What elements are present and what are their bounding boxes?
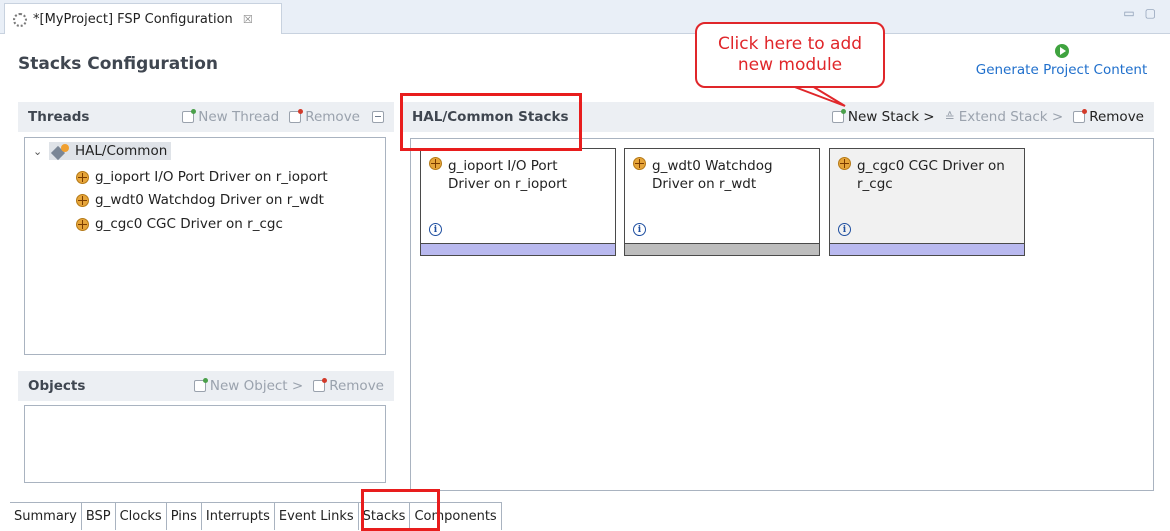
stack-card-status-bar xyxy=(421,243,615,255)
remove-icon xyxy=(1073,109,1088,123)
gear-icon xyxy=(13,12,27,27)
tree-item[interactable]: g_cgc0 CGC Driver on r_cgc xyxy=(76,216,283,232)
stack-card-line: g_ioport I/O Port xyxy=(448,158,558,174)
stack-card-text: g_wdt0 Watchdog Driver on r_wdt xyxy=(652,157,773,193)
stack-card-line: g_cgc0 CGC Driver on xyxy=(857,158,1005,174)
tab-pins[interactable]: Pins xyxy=(166,503,202,530)
tree-root-label: HAL/Common xyxy=(75,143,168,159)
threads-title: Threads xyxy=(28,109,90,125)
remove-thread-button[interactable]: Remove xyxy=(289,109,360,125)
remove-stack-label: Remove xyxy=(1089,109,1144,125)
generate-project-content[interactable]: Generate Project Content xyxy=(969,44,1154,78)
highlight-stacks-tab xyxy=(361,489,440,531)
module-icon xyxy=(76,170,89,184)
stack-card-text: g_cgc0 CGC Driver on r_cgc xyxy=(857,157,1005,193)
stack-card-content: g_cgc0 CGC Driver on r_cgc xyxy=(838,157,1018,193)
annotation-callout: Click here to add new module xyxy=(695,22,885,88)
play-icon[interactable] xyxy=(1054,44,1069,58)
threads-panel-header: Threads New Thread Remove xyxy=(18,102,394,132)
info-icon[interactable]: i xyxy=(633,223,646,236)
editor-tab-bar: *[MyProject] FSP Configuration ☒ ▭ ▢ xyxy=(0,0,1170,35)
new-object-label: New Object > xyxy=(209,378,304,394)
stack-card-content: g_wdt0 Watchdog Driver on r_wdt xyxy=(633,157,813,193)
new-thread-label: New Thread xyxy=(198,109,280,125)
info-icon[interactable]: i xyxy=(429,223,442,236)
new-stack-icon xyxy=(831,109,846,123)
extend-stack-button[interactable]: ≙ Extend Stack > xyxy=(945,109,1064,125)
new-stack-button[interactable]: New Stack > xyxy=(831,109,935,125)
tab-summary[interactable]: Summary xyxy=(10,503,82,530)
stack-card-line: r_cgc xyxy=(857,176,893,192)
extend-stack-label: Extend Stack > xyxy=(958,109,1064,125)
module-icon xyxy=(633,157,646,170)
page-header: Stacks Configuration Generate Project Co… xyxy=(0,34,1170,92)
remove-stack-button[interactable]: Remove xyxy=(1073,109,1144,125)
stack-card-line: Driver on r_wdt xyxy=(652,176,757,192)
info-icon[interactable]: i xyxy=(838,223,851,236)
remove-thread-label: Remove xyxy=(305,109,360,125)
stack-card-content: g_ioport I/O Port Driver on r_ioport xyxy=(429,157,609,193)
remove-icon xyxy=(289,109,304,123)
tab-bsp[interactable]: BSP xyxy=(81,503,116,530)
stack-card-status-bar xyxy=(830,243,1024,255)
stack-card-line: Driver on r_ioport xyxy=(448,176,567,192)
minimize-icon[interactable]: ▭ xyxy=(1123,6,1134,20)
callout-line: new module xyxy=(737,55,843,75)
close-icon[interactable]: ☒ xyxy=(243,13,253,26)
tree-item[interactable]: g_ioport I/O Port Driver on r_ioport xyxy=(76,169,328,185)
stack-card-text: g_ioport I/O Port Driver on r_ioport xyxy=(448,157,567,193)
stack-card[interactable]: g_wdt0 Watchdog Driver on r_wdt i xyxy=(624,148,820,256)
maximize-icon[interactable]: ▢ xyxy=(1145,6,1156,20)
tab-clocks[interactable]: Clocks xyxy=(115,503,167,530)
editor-tab[interactable]: *[MyProject] FSP Configuration ☒ xyxy=(4,3,282,35)
callout-line: Click here to add xyxy=(717,34,863,54)
generate-project-content-link[interactable]: Generate Project Content xyxy=(969,62,1154,78)
chevron-down-icon[interactable]: ⌄ xyxy=(33,145,43,158)
module-icon xyxy=(838,157,851,170)
collapse-all-icon[interactable] xyxy=(372,111,384,123)
new-object-button[interactable]: New Object > xyxy=(193,378,304,394)
remove-icon xyxy=(313,378,328,392)
stack-card-line: g_wdt0 Watchdog xyxy=(652,158,773,174)
tree-item-label: g_ioport I/O Port Driver on r_ioport xyxy=(95,169,328,185)
tab-event-links[interactable]: Event Links xyxy=(274,503,359,530)
remove-object-button[interactable]: Remove xyxy=(313,378,384,394)
new-object-icon xyxy=(193,378,208,392)
objects-list xyxy=(24,405,386,483)
page-title: Stacks Configuration xyxy=(18,54,218,74)
new-thread-icon xyxy=(182,109,197,123)
objects-panel-header: Objects New Object > Remove xyxy=(18,371,394,401)
stack-card-status-bar xyxy=(625,243,819,255)
stack-card[interactable]: g_cgc0 CGC Driver on r_cgc i xyxy=(829,148,1025,256)
new-thread-button[interactable]: New Thread xyxy=(182,109,279,125)
tree-item[interactable]: g_wdt0 Watchdog Driver on r_wdt xyxy=(76,192,324,208)
editor-tab-title: *[MyProject] FSP Configuration xyxy=(33,12,233,27)
extend-stack-icon: ≙ xyxy=(944,110,955,124)
tab-interrupts[interactable]: Interrupts xyxy=(201,503,275,530)
objects-title: Objects xyxy=(28,378,86,394)
tree-item-label: g_cgc0 CGC Driver on r_cgc xyxy=(95,216,283,232)
tree-item-label: g_wdt0 Watchdog Driver on r_wdt xyxy=(95,192,324,208)
remove-object-label: Remove xyxy=(329,378,384,394)
window-controls: ▭ ▢ xyxy=(1123,6,1156,20)
tree-item-hal-common[interactable]: ⌄ HAL/Common xyxy=(33,142,172,160)
new-stack-label: New Stack > xyxy=(847,109,935,125)
hal-common-icon xyxy=(53,144,69,158)
stack-card[interactable]: g_ioport I/O Port Driver on r_ioport i xyxy=(420,148,616,256)
module-icon xyxy=(76,193,89,207)
tree-item-hal-common-selected: HAL/Common xyxy=(49,142,172,160)
highlight-stacks-header xyxy=(400,93,582,151)
module-icon xyxy=(429,157,442,170)
module-icon xyxy=(76,217,89,231)
